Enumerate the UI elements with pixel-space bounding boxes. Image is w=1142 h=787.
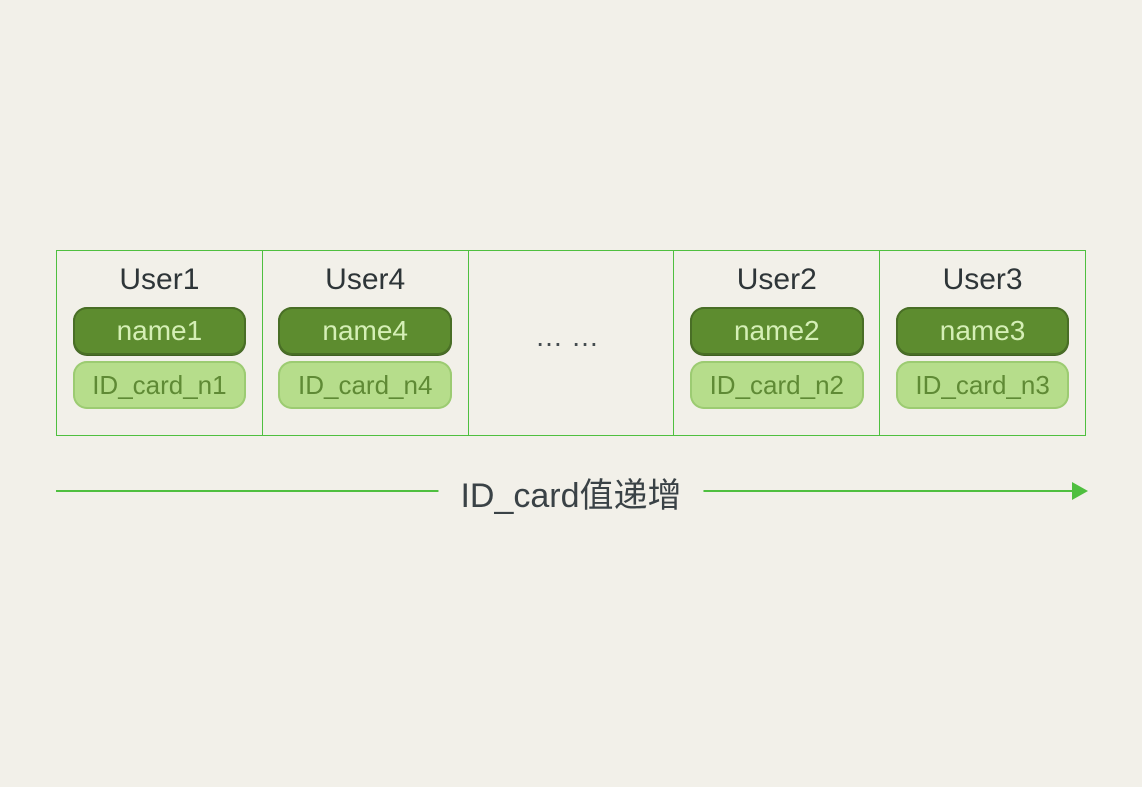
name-pill: name4 bbox=[278, 307, 452, 355]
increasing-arrow: ID_card值递增 bbox=[56, 462, 1086, 522]
user-cell: User3 name3 ID_card_n3 bbox=[880, 251, 1085, 435]
arrow-label: ID_card值递增 bbox=[438, 468, 703, 517]
name-pill: name3 bbox=[896, 307, 1070, 355]
ellipsis-icon: …… bbox=[535, 321, 607, 353]
user-cell: User2 name2 ID_card_n2 bbox=[674, 251, 880, 435]
idcard-pill: ID_card_n1 bbox=[73, 361, 247, 409]
user-cell: User4 name4 ID_card_n4 bbox=[263, 251, 469, 435]
user-title: User2 bbox=[737, 263, 817, 297]
name-pill: name1 bbox=[73, 307, 247, 355]
user-title: User4 bbox=[325, 263, 405, 297]
idcard-pill: ID_card_n2 bbox=[690, 361, 864, 409]
user-title: User3 bbox=[943, 263, 1023, 297]
idcard-pill: ID_card_n3 bbox=[896, 361, 1070, 409]
ellipsis-cell: …… bbox=[469, 251, 675, 435]
index-row: User1 name1 ID_card_n1 User4 name4 ID_ca… bbox=[56, 250, 1086, 436]
user-title: User1 bbox=[119, 263, 199, 297]
idcard-pill: ID_card_n4 bbox=[278, 361, 452, 409]
user-cell: User1 name1 ID_card_n1 bbox=[57, 251, 263, 435]
name-pill: name2 bbox=[690, 307, 864, 355]
arrow-head-icon bbox=[1072, 482, 1088, 500]
